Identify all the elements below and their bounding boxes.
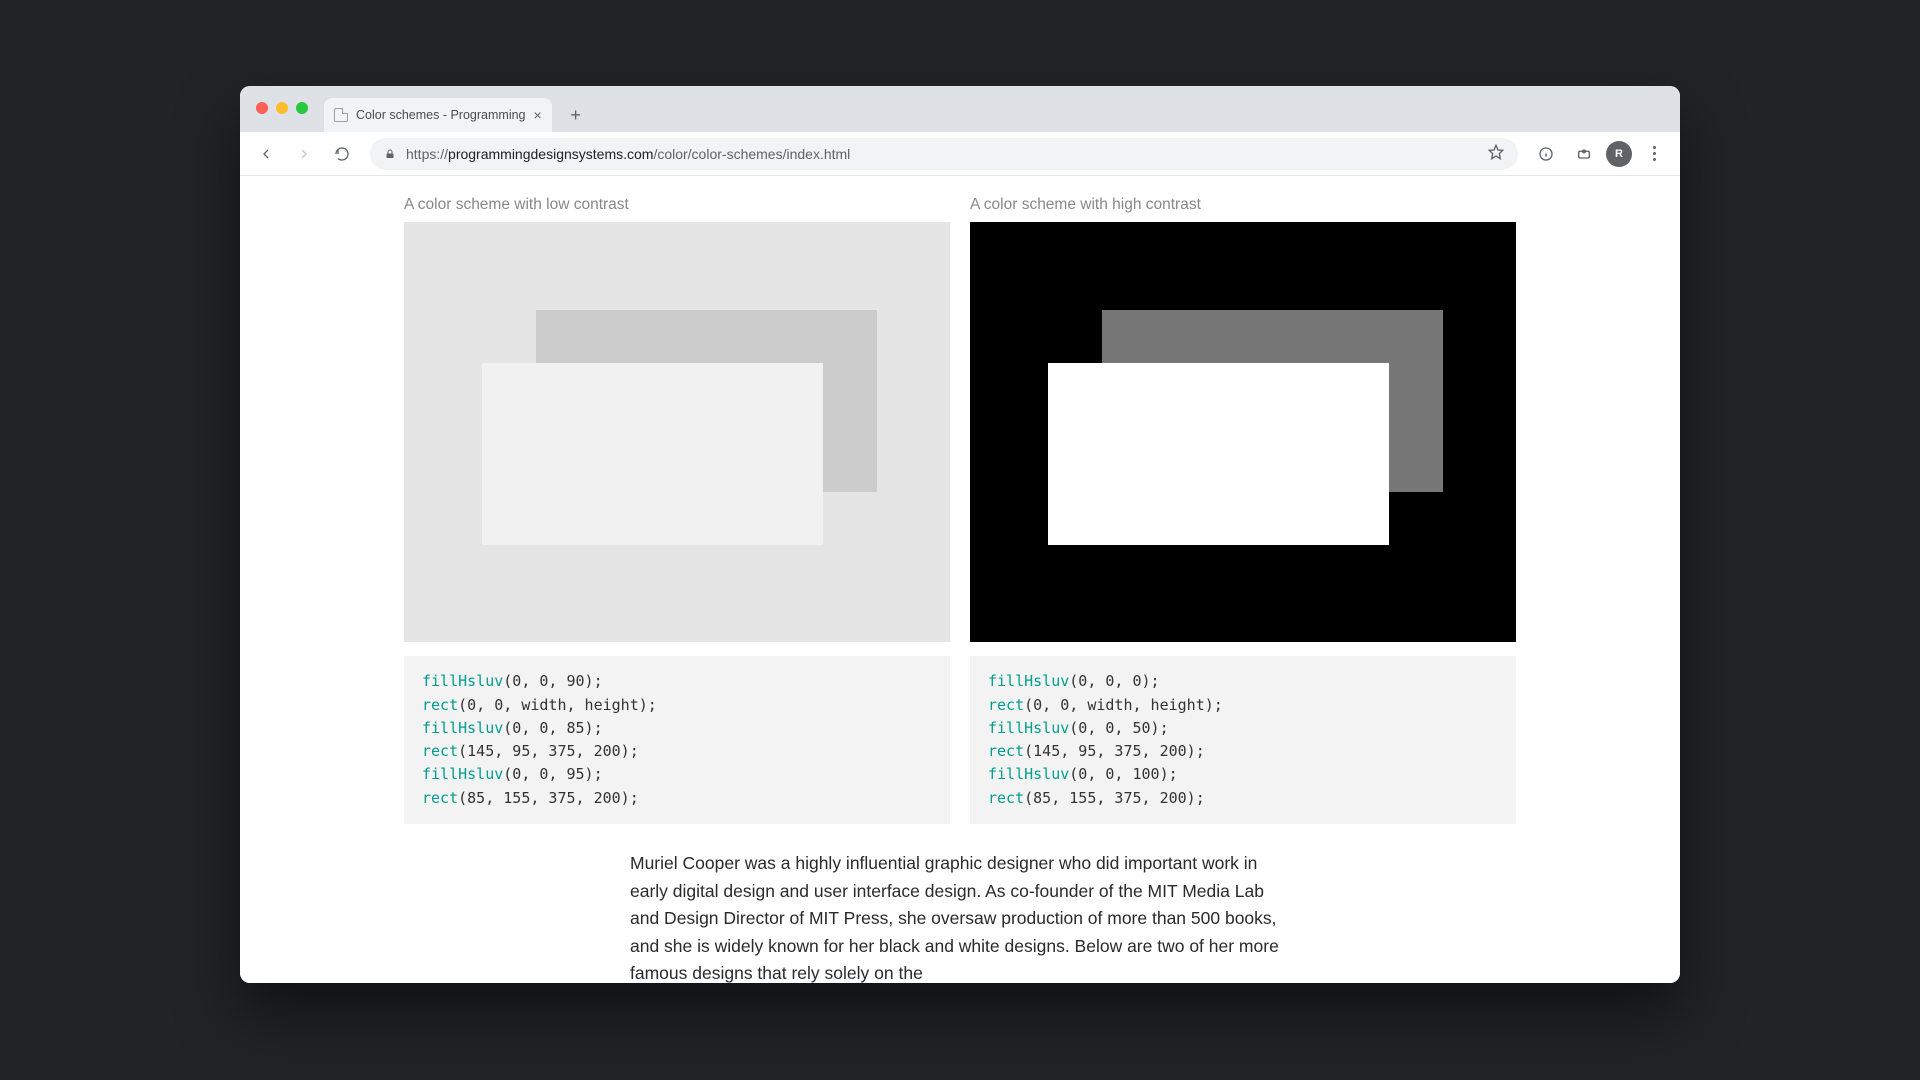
window-controls	[256, 102, 308, 114]
caption-high: A color scheme with high contrast	[970, 196, 1516, 214]
browser-tab[interactable]: Color schemes - Programming ×	[324, 98, 552, 132]
rect-low-front	[482, 363, 823, 545]
tab-title: Color schemes - Programming	[356, 108, 526, 122]
lock-icon	[384, 148, 396, 160]
bookmark-star-icon[interactable]	[1488, 144, 1504, 163]
browser-window: Color schemes - Programming × + https://…	[240, 86, 1680, 983]
page-icon	[334, 108, 348, 122]
window-close-button[interactable]	[256, 102, 268, 114]
window-zoom-button[interactable]	[296, 102, 308, 114]
browser-menu-button[interactable]	[1638, 138, 1670, 170]
site-info-button[interactable]	[1530, 138, 1562, 170]
profile-avatar[interactable]: R	[1606, 141, 1632, 167]
code-block-high: fillHsluv(0, 0, 0); rect(0, 0, width, he…	[970, 656, 1516, 824]
canvas-high	[970, 222, 1516, 642]
tab-close-button[interactable]: ×	[534, 108, 542, 122]
page-content: A color scheme with low contrast fillHsl…	[240, 176, 1680, 983]
canvas-low	[404, 222, 950, 642]
rect-high-front	[1048, 363, 1389, 545]
new-tab-button[interactable]: +	[562, 101, 590, 129]
back-button[interactable]	[250, 138, 282, 170]
forward-button[interactable]	[288, 138, 320, 170]
page-viewport[interactable]: A color scheme with low contrast fillHsl…	[240, 176, 1680, 983]
tab-strip: Color schemes - Programming × +	[240, 86, 1680, 132]
caption-low: A color scheme with low contrast	[404, 196, 950, 214]
body-paragraph: Muriel Cooper was a highly influential g…	[630, 850, 1290, 983]
address-bar[interactable]: https://programmingdesignsystems.com/col…	[370, 138, 1518, 170]
code-block-low: fillHsluv(0, 0, 90); rect(0, 0, width, h…	[404, 656, 950, 824]
browser-toolbar: https://programmingdesignsystems.com/col…	[240, 132, 1680, 176]
kebab-icon	[1653, 146, 1656, 161]
example-low-contrast: A color scheme with low contrast fillHsl…	[404, 196, 950, 824]
example-grid: A color scheme with low contrast fillHsl…	[404, 196, 1516, 824]
extension-button[interactable]	[1568, 138, 1600, 170]
example-high-contrast: A color scheme with high contrast fillHs…	[970, 196, 1516, 824]
window-minimize-button[interactable]	[276, 102, 288, 114]
reload-button[interactable]	[326, 138, 358, 170]
url-text: https://programmingdesignsystems.com/col…	[406, 146, 850, 162]
